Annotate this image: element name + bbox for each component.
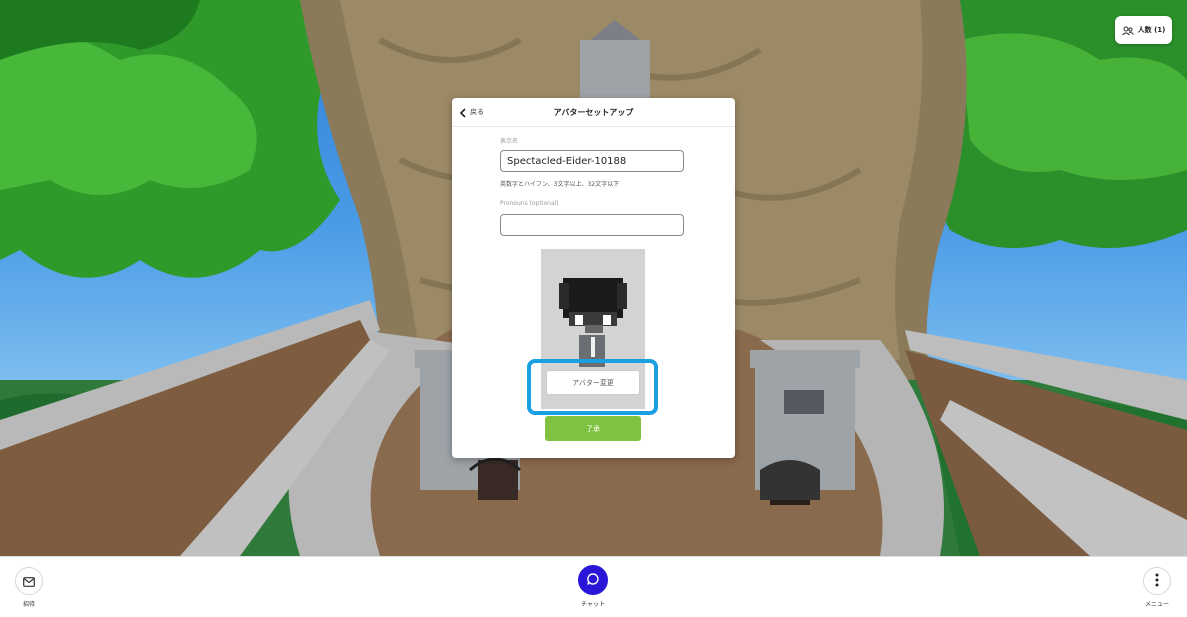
pronouns-label: Pronouns (optional) bbox=[500, 200, 559, 207]
display-name-input[interactable] bbox=[500, 150, 684, 172]
ok-button[interactable]: 了承 bbox=[545, 416, 641, 441]
avatar-preview: アバター変更 bbox=[541, 249, 645, 409]
dialog-header: 戻る アバターセットアップ bbox=[452, 98, 735, 127]
pronouns-input[interactable] bbox=[500, 214, 684, 236]
chat-label: チャット bbox=[581, 601, 605, 608]
invite-label: 招待 bbox=[22, 601, 35, 608]
avatar-figure bbox=[559, 278, 627, 367]
invite-button[interactable] bbox=[15, 567, 43, 595]
people-icon bbox=[1121, 21, 1134, 40]
bottom-toolbar: 招待 チャット メニュー bbox=[0, 556, 1187, 617]
avatar-change-button[interactable]: アバター変更 bbox=[546, 370, 640, 395]
vertical-dots-icon bbox=[1155, 572, 1159, 591]
display-name-label: 表示名 bbox=[500, 138, 519, 145]
menu-label: メニュー bbox=[1144, 601, 1169, 608]
menu-button[interactable] bbox=[1143, 567, 1171, 595]
dialog-title: アバターセットアップ bbox=[553, 108, 634, 117]
chat-button[interactable] bbox=[578, 565, 608, 595]
avatar-setup-dialog: 戻る アバターセットアップ 表示名 英数字とハイフン、3文字以上、32文字以下 … bbox=[452, 98, 735, 458]
mail-icon bbox=[23, 572, 35, 591]
chat-bubble-icon bbox=[586, 571, 600, 590]
people-count-label: 人数 (1) bbox=[1137, 26, 1166, 34]
display-name-hint: 英数字とハイフン、3文字以上、32文字以下 bbox=[500, 181, 620, 188]
people-count-button[interactable]: 人数 (1) bbox=[1115, 16, 1172, 44]
